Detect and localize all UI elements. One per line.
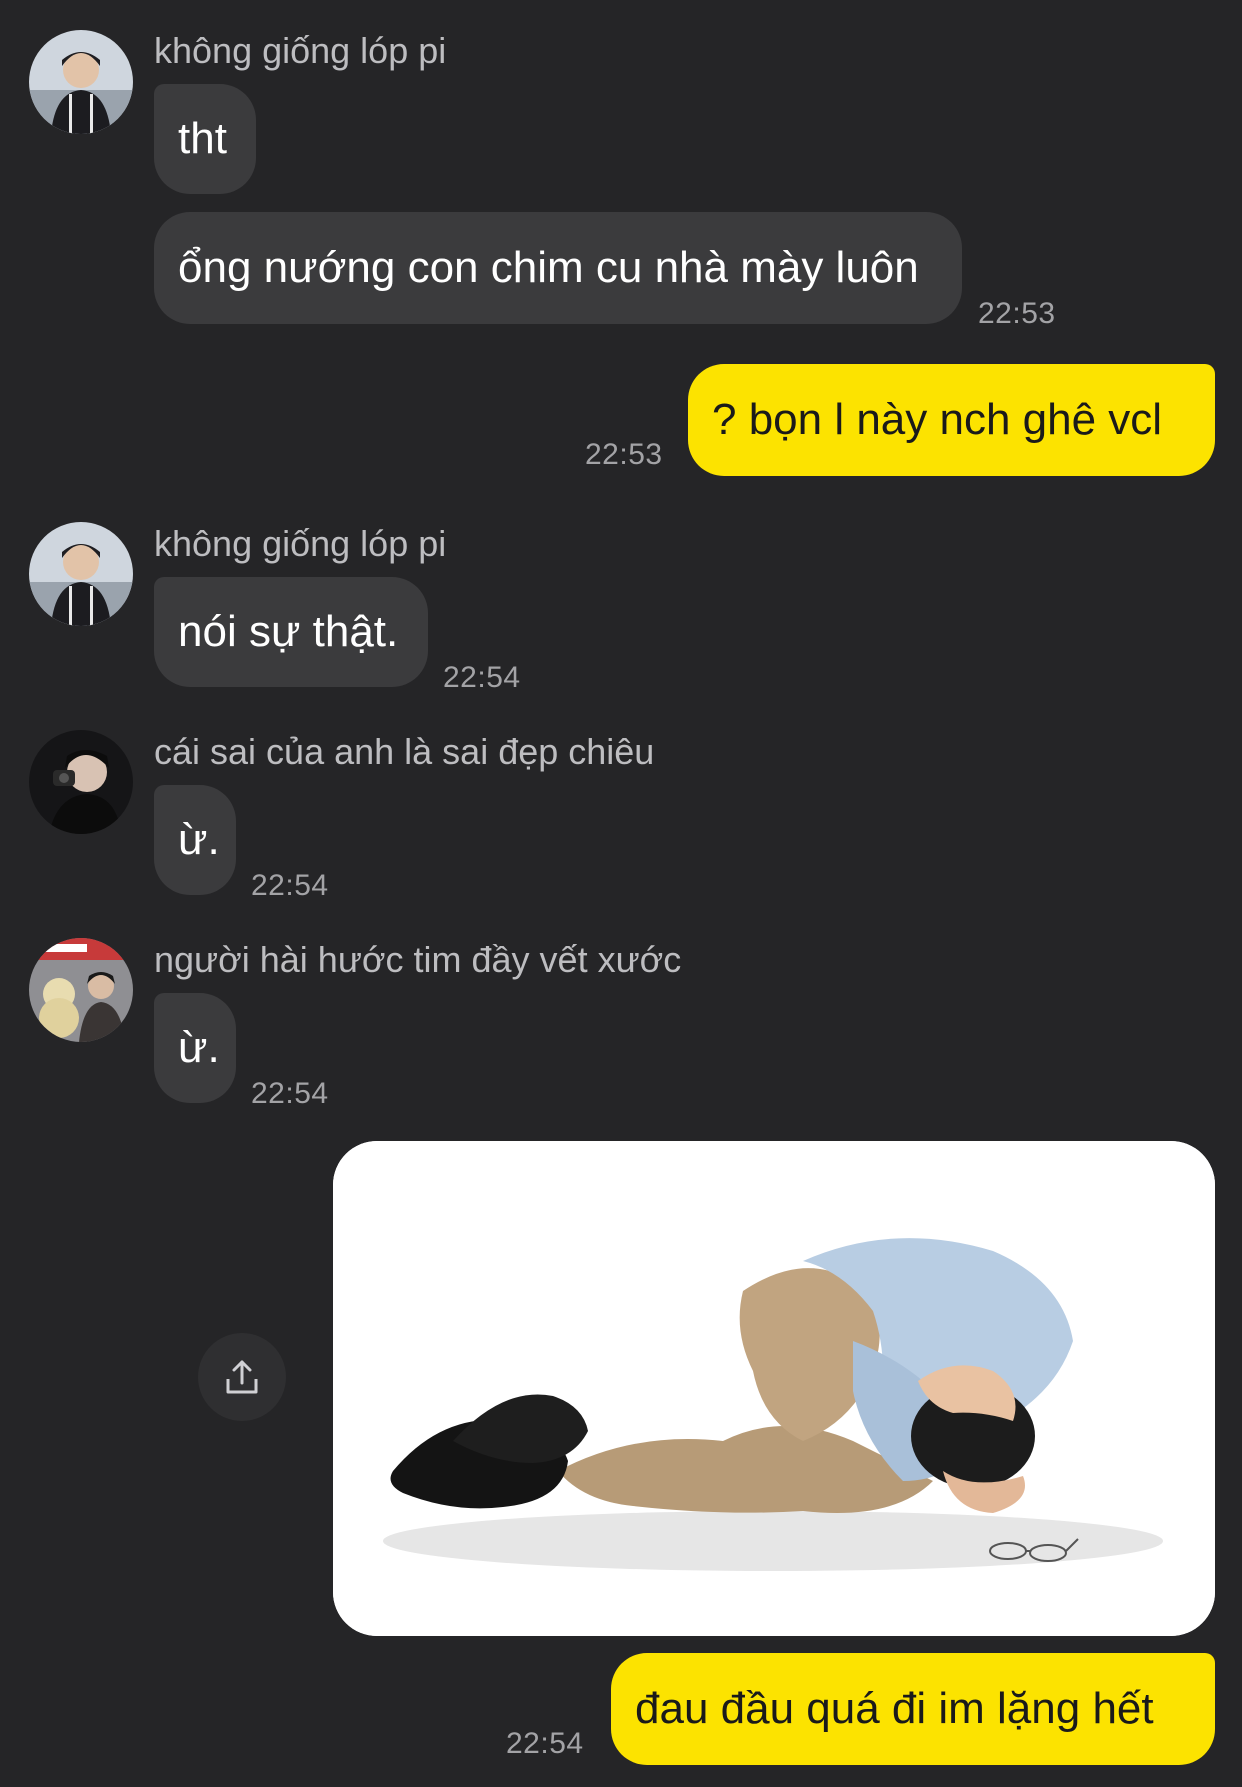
- avatar[interactable]: [29, 522, 133, 626]
- sender-name: cái sai của anh là sai đẹp chiêu: [154, 731, 655, 772]
- message-timestamp: 22:53: [978, 297, 1056, 330]
- message-text: nói sự thật.: [178, 607, 399, 656]
- share-icon: [226, 1360, 258, 1394]
- message-bubble[interactable]: nói sự thật.: [154, 577, 428, 687]
- outgoing-message-bubble[interactable]: đau đầu quá đi im lặng hết: [611, 1653, 1215, 1765]
- message-timestamp: 22:54: [251, 1077, 329, 1110]
- avatar[interactable]: [29, 730, 133, 834]
- sender-name: không giống lóp pi: [154, 30, 447, 71]
- message-timestamp: 22:53: [585, 438, 663, 471]
- share-button[interactable]: [198, 1333, 286, 1421]
- message-bubble[interactable]: ổng nướng con chim cu nhà mày luôn: [154, 212, 962, 324]
- sender-name: người hài hước tim đầy vết xước: [154, 939, 682, 980]
- message-text: đau đầu quá đi im lặng hết: [635, 1684, 1154, 1733]
- photo-man-curled-on-floor-icon: [333, 1141, 1215, 1636]
- message-bubble[interactable]: tht: [154, 84, 256, 194]
- message-text: ổng nướng con chim cu nhà mày luôn: [178, 243, 919, 292]
- sender-name: không giống lóp pi: [154, 523, 447, 564]
- outgoing-message-bubble[interactable]: ? bọn l này nch ghê vcl: [688, 364, 1215, 476]
- message-text: tht: [178, 114, 227, 163]
- avatar[interactable]: [29, 938, 133, 1042]
- message-timestamp: 22:54: [506, 1727, 584, 1760]
- message-timestamp: 22:54: [443, 661, 521, 694]
- message-bubble[interactable]: ừ.: [154, 993, 236, 1103]
- message-text: ừ.: [178, 815, 220, 864]
- image-attachment[interactable]: [333, 1141, 1215, 1636]
- message-timestamp: 22:54: [251, 869, 329, 902]
- message-bubble[interactable]: ừ.: [154, 785, 236, 895]
- avatar[interactable]: [29, 30, 133, 134]
- message-text: ừ.: [178, 1023, 220, 1072]
- message-text: ? bọn l này nch ghê vcl: [712, 395, 1163, 444]
